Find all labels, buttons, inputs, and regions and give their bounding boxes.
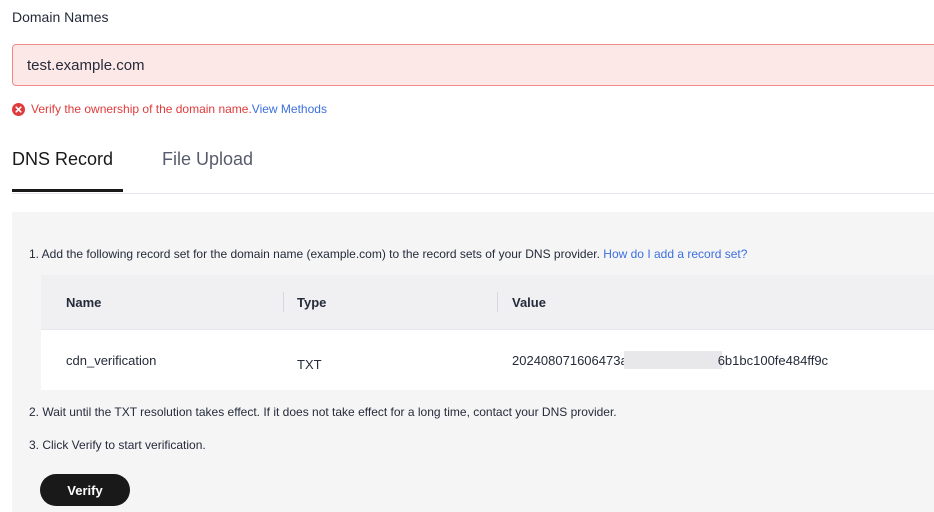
domain-name-value: test.example.com — [27, 56, 145, 74]
error-circle-x-icon — [12, 102, 25, 116]
verify-button[interactable]: Verify — [40, 474, 130, 506]
domain-names-label: Domain Names — [12, 9, 109, 25]
domain-name-input[interactable]: test.example.com — [12, 44, 934, 86]
active-tab-indicator — [12, 189, 123, 192]
column-header-value: Value — [512, 294, 546, 310]
error-message: Verify the ownership of the domain name.… — [12, 102, 327, 116]
column-header-name: Name — [66, 294, 102, 310]
record-type-cell: TXT — [297, 356, 322, 372]
step-3-instruction: 3. Click Verify to start verification. — [29, 438, 206, 452]
tab-dns-record[interactable]: DNS Record — [12, 149, 113, 170]
record-value-suffix: 6b1bc100fe484ff9c — [717, 352, 829, 368]
dns-record-panel: 1. Add the following record set for the … — [12, 212, 934, 512]
verification-method-tabs: DNS Record File Upload — [12, 145, 934, 194]
view-methods-link[interactable]: View Methods — [252, 102, 327, 116]
column-divider — [497, 292, 498, 312]
how-to-add-record-set-link[interactable]: How do I add a record set? — [603, 247, 747, 261]
step-1-text: 1. Add the following record set for the … — [29, 247, 600, 261]
record-name-cell: cdn_verification — [66, 352, 157, 368]
record-value-cell: 202408071606473a 6b1bc100fe484ff9c — [512, 330, 828, 390]
column-header-type: Type — [297, 294, 327, 310]
record-set-table: Name Type Value cdn_verification TXT 202… — [41, 275, 934, 390]
step-1-instruction: 1. Add the following record set for the … — [29, 247, 747, 261]
table-row: cdn_verification TXT 202408071606473a 6b… — [41, 330, 934, 390]
column-divider — [283, 292, 284, 312]
table-header: Name Type Value — [41, 275, 934, 330]
tab-file-upload[interactable]: File Upload — [162, 149, 253, 170]
error-text: Verify the ownership of the domain name. — [31, 102, 252, 116]
redacted-value-block — [623, 351, 722, 369]
record-value-prefix: 202408071606473a — [512, 352, 628, 368]
step-2-instruction: 2. Wait until the TXT resolution takes e… — [29, 405, 617, 419]
